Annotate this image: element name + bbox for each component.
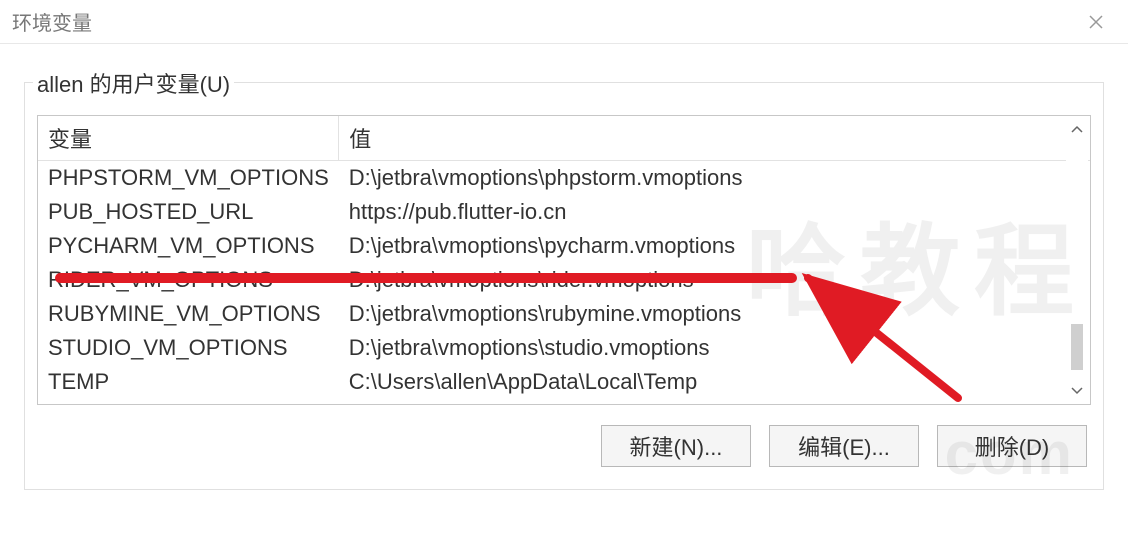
- var-name: STUDIO_VM_OPTIONS: [38, 331, 339, 365]
- var-value: D:\jetbra\vmoptions\rider.vmoptions: [339, 263, 1090, 297]
- scroll-up-button[interactable]: [1067, 118, 1087, 140]
- edit-button-label: 编辑(E)...: [798, 430, 890, 462]
- var-value: C:\Users\allen\AppData\Local\Temp: [339, 399, 1090, 405]
- scroll-thumb[interactable]: [1071, 324, 1083, 370]
- window-title: 环境变量: [12, 7, 92, 36]
- close-button[interactable]: [1076, 7, 1116, 37]
- close-icon: [1089, 15, 1103, 29]
- col-header-variable[interactable]: 变量: [38, 116, 339, 161]
- new-button[interactable]: 新建(N)...: [601, 425, 751, 467]
- var-name: PYCHARM_VM_OPTIONS: [38, 229, 339, 263]
- variables-table[interactable]: 变量 值 PHPSTORM_VM_OPTIONSD:\jetbra\vmopti…: [38, 116, 1090, 405]
- table-row[interactable]: STUDIO_VM_OPTIONSD:\jetbra\vmoptions\stu…: [38, 331, 1090, 365]
- table-row[interactable]: TEMPC:\Users\allen\AppData\Local\Temp: [38, 365, 1090, 399]
- chevron-up-icon: [1071, 125, 1083, 133]
- group-label: allen 的用户变量(U): [33, 67, 234, 99]
- table-row[interactable]: RUBYMINE_VM_OPTIONSD:\jetbra\vmoptions\r…: [38, 297, 1090, 331]
- var-value: https://pub.flutter-io.cn: [339, 195, 1090, 229]
- table-row[interactable]: TMPC:\Users\allen\AppData\Local\Temp: [38, 399, 1090, 405]
- scroll-down-button[interactable]: [1067, 380, 1087, 402]
- user-variables-group: allen 的用户变量(U) 变量 值 PHPSTORM_VM_OPTIONSD…: [24, 82, 1104, 490]
- table-scrollbar[interactable]: [1066, 118, 1088, 402]
- table-row[interactable]: PYCHARM_VM_OPTIONSD:\jetbra\vmoptions\py…: [38, 229, 1090, 263]
- table-row[interactable]: RIDER_VM_OPTIONSD:\jetbra\vmoptions\ride…: [38, 263, 1090, 297]
- var-value: C:\Users\allen\AppData\Local\Temp: [339, 365, 1090, 399]
- chevron-down-icon: [1071, 387, 1083, 395]
- var-name: PHPSTORM_VM_OPTIONS: [38, 161, 339, 196]
- table-row[interactable]: PHPSTORM_VM_OPTIONSD:\jetbra\vmoptions\p…: [38, 161, 1090, 196]
- edit-button[interactable]: 编辑(E)...: [769, 425, 919, 467]
- var-name: RUBYMINE_VM_OPTIONS: [38, 297, 339, 331]
- window-titlebar: 环境变量: [0, 0, 1128, 44]
- delete-button-label: 删除(D): [975, 430, 1050, 462]
- var-name: RIDER_VM_OPTIONS: [38, 263, 339, 297]
- var-name: PUB_HOSTED_URL: [38, 195, 339, 229]
- col-header-value[interactable]: 值: [339, 116, 1090, 161]
- var-value: D:\jetbra\vmoptions\rubymine.vmoptions: [339, 297, 1090, 331]
- table-row[interactable]: PUB_HOSTED_URLhttps://pub.flutter-io.cn: [38, 195, 1090, 229]
- delete-button[interactable]: 删除(D): [937, 425, 1087, 467]
- var-name: TMP: [38, 399, 339, 405]
- var-value: D:\jetbra\vmoptions\phpstorm.vmoptions: [339, 161, 1090, 196]
- new-button-label: 新建(N)...: [630, 430, 723, 462]
- variables-table-container: 变量 值 PHPSTORM_VM_OPTIONSD:\jetbra\vmopti…: [37, 115, 1091, 405]
- var-name: TEMP: [38, 365, 339, 399]
- var-value: D:\jetbra\vmoptions\pycharm.vmoptions: [339, 229, 1090, 263]
- var-value: D:\jetbra\vmoptions\studio.vmoptions: [339, 331, 1090, 365]
